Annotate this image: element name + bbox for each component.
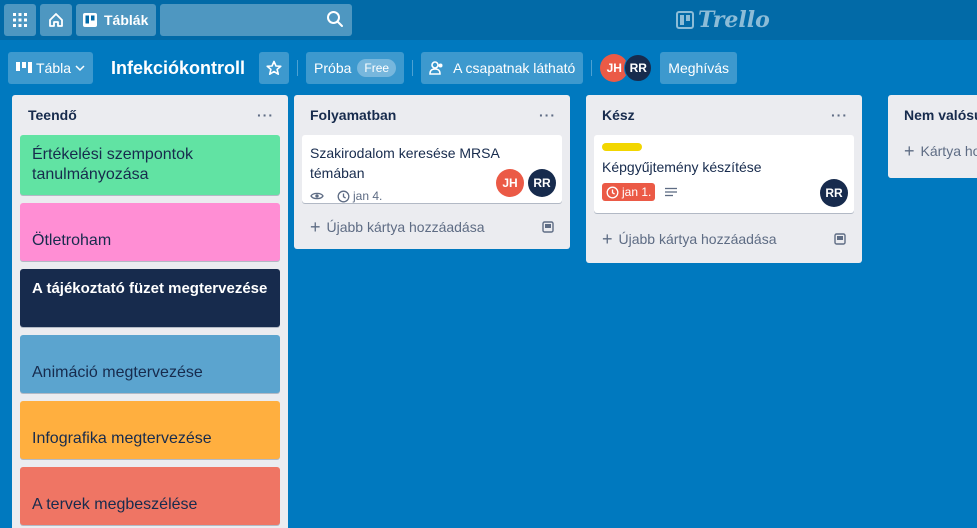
- invite-button[interactable]: Meghívás: [660, 52, 737, 84]
- search-icon: [327, 11, 344, 27]
- card-title: Animáció megtervezése: [32, 364, 203, 381]
- card-title: Képgyűjtemény készítése: [602, 159, 762, 175]
- apps-button[interactable]: [4, 4, 36, 36]
- card[interactable]: Képgyűjtemény készítése jan 1. RR: [594, 135, 854, 213]
- due-date: jan 1.: [622, 185, 652, 199]
- add-card-button[interactable]: + Újabb kártya hozzáadása: [294, 211, 570, 243]
- plus-icon: +: [904, 141, 915, 161]
- card-title: Értékelési szempontok tanulmányozása: [32, 146, 193, 183]
- add-card-button[interactable]: + Kártya hozzáadása: [888, 135, 977, 167]
- star-icon: [266, 60, 282, 75]
- card-label[interactable]: [602, 143, 642, 151]
- trello-logo-icon: [676, 11, 694, 29]
- free-badge: Free: [357, 59, 397, 77]
- home-button[interactable]: [40, 4, 72, 36]
- board-view-label: Tábla: [36, 60, 72, 76]
- list-menu-icon[interactable]: ···: [539, 107, 556, 123]
- due-date-badge[interactable]: jan 4.: [337, 189, 382, 203]
- home-icon: [49, 13, 63, 27]
- card-members: JH RR: [492, 169, 556, 197]
- visibility-label: A csapatnak látható: [453, 60, 576, 76]
- list-title[interactable]: Folyamatban: [310, 107, 396, 123]
- boards-label: Táblák: [104, 12, 149, 28]
- boards-button[interactable]: Táblák: [76, 4, 157, 36]
- add-card-label: Újabb kártya hozzáadása: [618, 231, 777, 247]
- plus-icon: +: [310, 217, 321, 237]
- card-template-icon[interactable]: [834, 233, 846, 245]
- card-template-icon[interactable]: [542, 221, 554, 233]
- avatar[interactable]: RR: [528, 169, 556, 197]
- divider: [412, 60, 414, 76]
- star-button[interactable]: [259, 52, 290, 84]
- list-header[interactable]: Kész ···: [586, 95, 862, 135]
- apps-grid-icon: [13, 13, 27, 27]
- list-header[interactable]: Folyamatban ···: [294, 95, 570, 135]
- divider: [297, 60, 299, 76]
- card-title: Ötletroham: [32, 232, 112, 249]
- watch-badge: [310, 191, 327, 201]
- card[interactable]: Értékelési szempontok tanulmányozása: [20, 135, 280, 195]
- add-card-label: Kártya hozzáadása: [920, 143, 977, 159]
- card[interactable]: Animáció megtervezése: [20, 335, 280, 393]
- team-icon: [429, 61, 443, 75]
- card-badges: jan 1.: [602, 183, 846, 201]
- due-date: jan 4.: [353, 189, 383, 203]
- list-title[interactable]: Kész: [602, 107, 635, 123]
- list-kesz: Kész ··· Képgyűjtemény készítése jan 1. …: [586, 95, 862, 263]
- list-title[interactable]: Nem valósul meg: [904, 107, 977, 123]
- description-badge: [665, 187, 680, 197]
- board-title[interactable]: Infekciókontroll: [101, 58, 255, 79]
- list-footer-spacer: [294, 243, 570, 249]
- board-members: JH RR: [600, 54, 653, 82]
- list-header[interactable]: Nem valósul meg: [888, 95, 977, 135]
- card-title: A tervek megbeszélése: [32, 496, 198, 513]
- list-header[interactable]: Teendő ···: [12, 95, 288, 135]
- list-menu-icon[interactable]: ···: [831, 107, 848, 123]
- add-card-label: Újabb kártya hozzáadása: [326, 219, 485, 235]
- card-title: A tájékoztató füzet megtervezése: [32, 280, 268, 297]
- list-title[interactable]: Teendő: [28, 107, 77, 123]
- logo-text: Trello: [698, 7, 770, 33]
- card[interactable]: A tájékoztató füzet megtervezése: [20, 269, 280, 327]
- board-view-icon: [16, 62, 32, 73]
- card-list: Szakirodalom keresése MRSA témában jan 4…: [294, 135, 570, 203]
- list-menu-icon[interactable]: ···: [257, 107, 274, 123]
- card-list: Képgyűjtemény készítése jan 1. RR: [586, 135, 862, 213]
- card-members: RR: [816, 179, 848, 207]
- search-input[interactable]: [160, 4, 353, 36]
- list-teendo: Teendő ··· Értékelési szempontok tanulmá…: [12, 95, 288, 528]
- description-icon: [665, 187, 678, 197]
- workspace-button[interactable]: Próba Free: [306, 52, 405, 84]
- card-title: Infografika megtervezése: [32, 430, 212, 447]
- chevron-down-icon: [75, 65, 85, 72]
- card-list: Értékelési szempontok tanulmányozása Ötl…: [12, 135, 288, 525]
- top-header: Táblák Trello: [0, 0, 977, 40]
- trello-logo[interactable]: Trello: [676, 6, 770, 34]
- list-nem-valosul-meg: Nem valósul meg + Kártya hozzáadása: [888, 95, 977, 178]
- avatar[interactable]: JH: [496, 169, 524, 197]
- card[interactable]: Ötletroham: [20, 203, 280, 261]
- clock-icon: [337, 190, 350, 202]
- avatar[interactable]: RR: [624, 54, 653, 82]
- divider: [591, 60, 593, 76]
- add-card-button[interactable]: + Újabb kártya hozzáadása: [586, 221, 862, 257]
- clock-icon: [606, 186, 619, 198]
- card[interactable]: Szakirodalom keresése MRSA témában jan 4…: [302, 135, 562, 203]
- board-view-switcher[interactable]: Tábla: [8, 52, 94, 84]
- card[interactable]: Infografika megtervezése: [20, 401, 280, 459]
- board-header: Tábla Infekciókontroll Próba Free A csap…: [0, 40, 977, 96]
- eye-icon: [310, 192, 324, 200]
- visibility-button[interactable]: A csapatnak látható: [421, 52, 584, 84]
- list-folyamatban: Folyamatban ··· Szakirodalom keresése MR…: [294, 95, 570, 249]
- list-footer-spacer: [586, 257, 862, 263]
- due-date-badge[interactable]: jan 1.: [602, 183, 656, 201]
- avatar[interactable]: RR: [820, 179, 848, 207]
- workspace-label: Próba: [314, 60, 352, 76]
- card[interactable]: A tervek megbeszélése: [20, 467, 280, 525]
- board-icon: [83, 13, 97, 27]
- plus-icon: +: [602, 229, 613, 249]
